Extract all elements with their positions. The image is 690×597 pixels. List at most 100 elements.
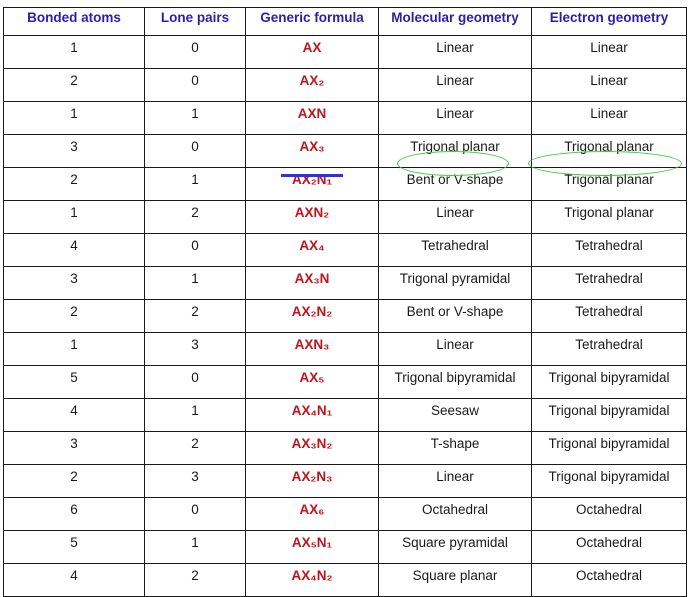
molecular-geometry-cell: Seesaw bbox=[378, 398, 532, 432]
lone-pairs-cell: 1 bbox=[144, 530, 246, 564]
bonded-atoms-cell: 4 bbox=[3, 563, 145, 597]
table-row: 6 0 AX₆ Octahedral Octahedral bbox=[3, 497, 687, 531]
bonded-atoms-cell: 2 bbox=[3, 167, 145, 201]
header-generic-formula: Generic formula bbox=[245, 7, 379, 36]
table-row: 5 1 AX₅N₁ Square pyramidal Octahedral bbox=[3, 530, 687, 564]
generic-formula-cell: AX bbox=[245, 35, 379, 69]
electron-geometry-cell: Tetrahedral bbox=[531, 299, 687, 333]
electron-geometry-cell: Linear bbox=[531, 68, 687, 102]
electron-geometry-cell: Trigonal planar bbox=[531, 200, 687, 234]
lone-pairs-cell: 0 bbox=[144, 233, 246, 267]
molecular-geometry-cell: Linear bbox=[378, 464, 532, 498]
header-lone-pairs: Lone pairs bbox=[144, 7, 246, 36]
molecular-geometry-cell: Linear bbox=[378, 200, 532, 234]
bonded-atoms-cell: 3 bbox=[3, 134, 145, 168]
bonded-atoms-cell: 6 bbox=[3, 497, 145, 531]
electron-geometry-cell: Tetrahedral bbox=[531, 266, 687, 300]
electron-geometry-cell: Tetrahedral bbox=[531, 332, 687, 366]
generic-formula-cell: AXN bbox=[245, 101, 379, 135]
molecular-geometry-cell: Linear bbox=[378, 35, 532, 69]
table-row: 1 0 AX Linear Linear bbox=[3, 35, 687, 69]
bonded-atoms-cell: 3 bbox=[3, 266, 145, 300]
generic-formula-cell: AX₃N₂ bbox=[245, 431, 379, 465]
lone-pairs-cell: 0 bbox=[144, 35, 246, 69]
bonded-atoms-cell: 2 bbox=[3, 68, 145, 102]
lone-pairs-cell: 3 bbox=[144, 332, 246, 366]
table-row: 2 1 AX₂N₁ Bent or V-shape Trigonal planar bbox=[3, 167, 687, 201]
molecular-geometry-cell: Square planar bbox=[378, 563, 532, 597]
electron-geometry-cell: Octahedral bbox=[531, 530, 687, 564]
generic-formula-cell: AX₂N₂ bbox=[245, 299, 379, 333]
bonded-atoms-cell: 1 bbox=[3, 101, 145, 135]
lone-pairs-cell: 2 bbox=[144, 200, 246, 234]
lone-pairs-cell: 0 bbox=[144, 68, 246, 102]
electron-geometry-cell: Trigonal bipyramidal bbox=[531, 398, 687, 432]
generic-formula-cell: AX₃N bbox=[245, 266, 379, 300]
generic-formula-cell: AX₃ bbox=[245, 134, 379, 168]
generic-formula-cell: AX₂N₁ bbox=[245, 167, 379, 201]
vsepr-table: Bonded atoms Lone pairs Generic formula … bbox=[3, 7, 687, 597]
molecular-geometry-cell: Tetrahedral bbox=[378, 233, 532, 267]
bonded-atoms-cell: 5 bbox=[3, 530, 145, 564]
formula-underline-annotation bbox=[281, 174, 343, 177]
electron-geometry-cell: Linear bbox=[531, 35, 687, 69]
header-molecular-geometry: Molecular geometry bbox=[378, 7, 532, 36]
molecular-geometry-cell: Octahedral bbox=[378, 497, 532, 531]
bonded-atoms-cell: 2 bbox=[3, 299, 145, 333]
lone-pairs-cell: 1 bbox=[144, 167, 246, 201]
table-row: 1 1 AXN Linear Linear bbox=[3, 101, 687, 135]
generic-formula-cell: AX₄N₂ bbox=[245, 563, 379, 597]
table-row: 4 2 AX₄N₂ Square planar Octahedral bbox=[3, 563, 687, 597]
electron-geometry-cell: Trigonal bipyramidal bbox=[531, 464, 687, 498]
lone-pairs-cell: 1 bbox=[144, 398, 246, 432]
molecular-geometry-cell: Linear bbox=[378, 332, 532, 366]
electron-geometry-cell: Octahedral bbox=[531, 497, 687, 531]
molecular-geometry-cell: Bent or V-shape bbox=[378, 299, 532, 333]
bonded-atoms-cell: 4 bbox=[3, 233, 145, 267]
table-row: 1 3 AXN₃ Linear Tetrahedral bbox=[3, 332, 687, 366]
lone-pairs-cell: 1 bbox=[144, 101, 246, 135]
lone-pairs-cell: 1 bbox=[144, 266, 246, 300]
table-row: 2 3 AX₂N₃ Linear Trigonal bipyramidal bbox=[3, 464, 687, 498]
table-row: 1 2 AXN₂ Linear Trigonal planar bbox=[3, 200, 687, 234]
table-row: 4 0 AX₄ Tetrahedral Tetrahedral bbox=[3, 233, 687, 267]
generic-formula-cell: AX₄N₁ bbox=[245, 398, 379, 432]
generic-formula-cell: AXN₃ bbox=[245, 332, 379, 366]
bonded-atoms-cell: 1 bbox=[3, 200, 145, 234]
table-row: 4 1 AX₄N₁ Seesaw Trigonal bipyramidal bbox=[3, 398, 687, 432]
bonded-atoms-cell: 1 bbox=[3, 35, 145, 69]
lone-pairs-cell: 0 bbox=[144, 497, 246, 531]
electron-geometry-cell: Trigonal planar bbox=[531, 134, 687, 168]
header-electron-geometry: Electron geometry bbox=[531, 7, 687, 36]
table-row: 3 0 AX₃ Trigonal planar Trigonal planar bbox=[3, 134, 687, 168]
electron-geometry-cell: Trigonal bipyramidal bbox=[531, 365, 687, 399]
electron-geometry-cell: Linear bbox=[531, 101, 687, 135]
table-row: 5 0 AX₅ Trigonal bipyramidal Trigonal bipyra… bbox=[3, 365, 687, 399]
table-row: 3 1 AX₃N Trigonal pyramidal Tetrahedral bbox=[3, 266, 687, 300]
generic-formula-cell: AX₅ bbox=[245, 365, 379, 399]
bonded-atoms-cell: 4 bbox=[3, 398, 145, 432]
molecular-geometry-cell: Trigonal planar bbox=[378, 134, 532, 168]
electron-geometry-cell: Trigonal bipyramidal bbox=[531, 431, 687, 465]
molecular-geometry-cell: Linear bbox=[378, 101, 532, 135]
lone-pairs-cell: 2 bbox=[144, 563, 246, 597]
header-bonded-atoms: Bonded atoms bbox=[3, 7, 145, 36]
generic-formula-cell: AX₆ bbox=[245, 497, 379, 531]
bonded-atoms-cell: 3 bbox=[3, 431, 145, 465]
bonded-atoms-cell: 5 bbox=[3, 365, 145, 399]
bonded-atoms-cell: 2 bbox=[3, 464, 145, 498]
generic-formula-cell: AXN₂ bbox=[245, 200, 379, 234]
molecular-geometry-cell: Square pyramidal bbox=[378, 530, 532, 564]
molecular-geometry-cell: Linear bbox=[378, 68, 532, 102]
lone-pairs-cell: 3 bbox=[144, 464, 246, 498]
electron-geometry-cell: Trigonal planar bbox=[531, 167, 687, 201]
electron-geometry-cell: Octahedral bbox=[531, 563, 687, 597]
bonded-atoms-cell: 1 bbox=[3, 332, 145, 366]
molecular-geometry-cell: Trigonal pyramidal bbox=[378, 266, 532, 300]
table-row: 3 2 AX₃N₂ T-shape Trigonal bipyramidal bbox=[3, 431, 687, 465]
lone-pairs-cell: 2 bbox=[144, 299, 246, 333]
lone-pairs-cell: 2 bbox=[144, 431, 246, 465]
generic-formula-cell: AX₅N₁ bbox=[245, 530, 379, 564]
generic-formula-cell: AX₄ bbox=[245, 233, 379, 267]
molecular-geometry-cell: T-shape bbox=[378, 431, 532, 465]
